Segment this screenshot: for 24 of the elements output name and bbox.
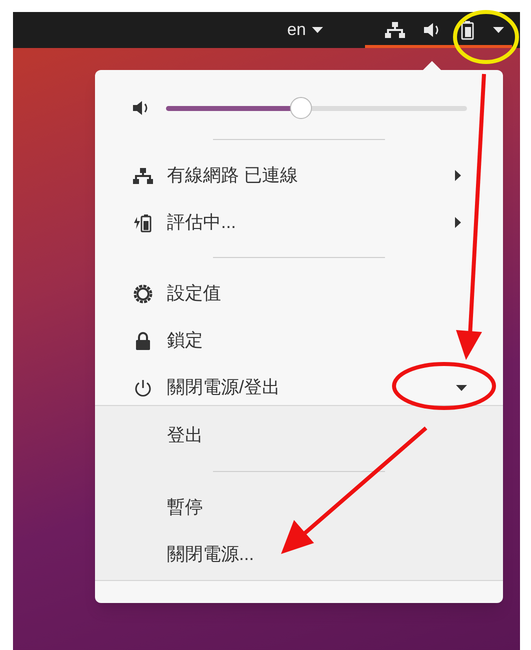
slider-handle[interactable] [290,97,312,119]
caret-icon [456,384,467,390]
network-icon [132,166,152,184]
menu-item[interactable]: 暫停 [167,494,203,521]
network-icon [385,21,405,39]
caret-icon [493,27,504,33]
gear-icon [132,284,152,304]
battery-charging-icon [132,212,152,232]
submenu-arrow-icon [455,217,461,228]
menu-item[interactable]: 關閉電源/登出 [95,364,503,411]
menu-item[interactable]: 有線網路 已連線 [95,152,503,199]
caret-icon [312,27,323,33]
menu-item[interactable]: 關閉電源... [167,541,254,568]
annotation-circle [453,10,519,64]
menu-item[interactable]: 登出 [167,422,203,449]
lock-icon [134,330,152,350]
volume-slider[interactable] [166,97,467,119]
menu-item[interactable]: 評估中... [95,199,503,246]
menu-item[interactable]: 設定值 [95,270,503,317]
power-icon [132,378,152,398]
submenu-arrow-icon [455,170,461,181]
battery-icon [461,20,475,40]
menu-item[interactable]: 鎖定 [95,317,503,364]
keyboard-layout-button[interactable]: en [285,17,325,43]
